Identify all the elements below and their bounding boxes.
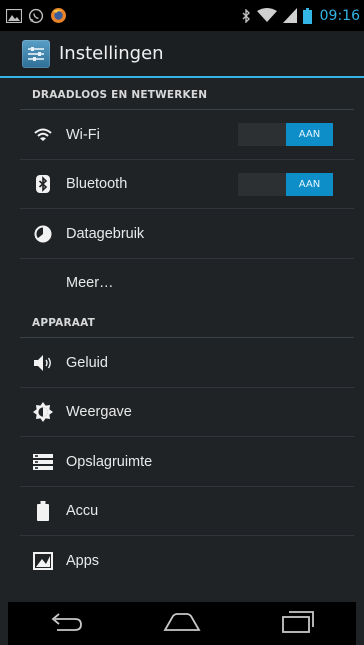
- settings-item-label: Accu: [66, 503, 99, 520]
- settings-item-wifi[interactable]: Wi-Fi AAN: [0, 110, 364, 160]
- back-icon: [49, 612, 83, 636]
- navigation-bar: [8, 602, 356, 645]
- wifi-icon: [256, 8, 277, 23]
- storage-icon: [33, 452, 53, 472]
- wifi-icon: [33, 125, 53, 145]
- back-button[interactable]: [36, 606, 96, 642]
- gallery-icon: [6, 8, 22, 23]
- firefox-icon: [50, 7, 67, 24]
- wifi-toggle[interactable]: AAN: [238, 123, 333, 146]
- settings-item-label: Weergave: [66, 404, 132, 421]
- settings-item-data-usage[interactable]: Datagebruik: [0, 209, 364, 259]
- section-header-wireless: DRAADLOOS EN NETWERKEN: [0, 80, 364, 110]
- section-header-device: APPARAAT: [0, 308, 364, 338]
- notification-icons: [6, 7, 67, 24]
- apps-icon: [33, 551, 53, 571]
- recents-icon: [281, 610, 315, 637]
- settings-item-label: Bluetooth: [66, 176, 128, 193]
- bluetooth-icon: [242, 8, 251, 23]
- home-icon: [163, 612, 201, 636]
- settings-item-bluetooth[interactable]: Bluetooth AAN: [0, 160, 364, 210]
- home-button[interactable]: [152, 606, 212, 642]
- settings-item-label: Apps: [66, 552, 100, 569]
- toggle-track: [238, 123, 286, 146]
- bluetooth-toggle[interactable]: AAN: [238, 172, 333, 196]
- action-bar: Instellingen: [0, 31, 364, 78]
- sound-icon: [33, 353, 53, 373]
- system-icons: 09:16: [242, 7, 360, 24]
- battery-icon: [302, 7, 312, 24]
- settings-item-sound[interactable]: Geluid: [0, 338, 364, 388]
- settings-item-storage[interactable]: Opslagruimte: [0, 437, 364, 487]
- settings-list: DRAADLOOS EN NETWERKEN Wi-Fi AAN Bluetoo…: [0, 80, 364, 586]
- page-title: Instellingen: [59, 43, 164, 64]
- battery-icon: [33, 501, 53, 522]
- whatsapp-icon: [28, 8, 44, 24]
- settings-item-label: Datagebruik: [66, 225, 145, 242]
- settings-item-label: Wi-Fi: [66, 126, 100, 143]
- clock: 09:16: [319, 7, 360, 24]
- status-bar: 09:16: [0, 0, 364, 31]
- bluetooth-icon: [33, 174, 53, 194]
- display-icon: [33, 402, 53, 423]
- settings-item-display[interactable]: Weergave: [0, 388, 364, 438]
- settings-item-more[interactable]: Meer…: [0, 259, 364, 309]
- settings-item-label: Geluid: [66, 354, 108, 371]
- settings-item-label: Opslagruimte: [66, 453, 153, 470]
- toggle-on-label: AAN: [286, 172, 333, 196]
- recents-button[interactable]: [268, 606, 328, 642]
- data-usage-icon: [33, 224, 53, 244]
- toggle-on-label: AAN: [286, 123, 333, 146]
- settings-item-apps[interactable]: Apps: [0, 536, 364, 586]
- settings-item-label: Meer…: [66, 275, 114, 292]
- settings-item-battery[interactable]: Accu: [0, 487, 364, 537]
- signal-icon: [282, 8, 297, 23]
- settings-app-icon[interactable]: [22, 39, 50, 68]
- toggle-track: [238, 173, 286, 196]
